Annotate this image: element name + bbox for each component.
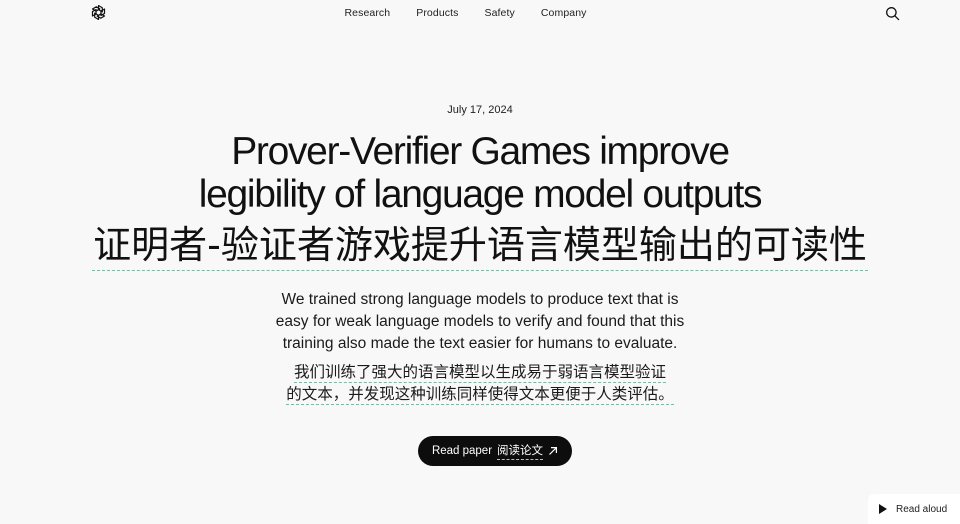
title-line-2: legibility of language model outputs <box>198 173 763 216</box>
nav-links: Research Products Safety Company <box>0 7 960 19</box>
nav-link-safety[interactable]: Safety <box>484 7 514 19</box>
subtitle-translation: 我们训练了强大的语言模型以生成易于弱语言模型验证 的文本，并发现这种训练同样使得… <box>270 361 690 405</box>
subtitle-translation-line-2: 的文本，并发现这种训练同样使得文本更便于人类评估。 <box>286 385 674 405</box>
subtitle: We trained strong language models to pro… <box>0 289 960 355</box>
subtitle-line-3: training also made the text easier for h… <box>282 335 678 352</box>
nav-link-research[interactable]: Research <box>344 7 390 19</box>
title-translation: 证明者-验证者游戏提升语言模型输出的可读性 <box>92 222 868 271</box>
subtitle-translation-line-1: 我们训练了强大的语言模型以生成易于弱语言模型验证 <box>293 363 666 383</box>
subtitle-line-1: We trained strong language models to pro… <box>281 291 679 308</box>
publish-date: July 17, 2024 <box>447 104 513 116</box>
nav-link-products[interactable]: Products <box>416 7 458 19</box>
read-aloud-button[interactable]: Read aloud <box>868 494 960 524</box>
read-paper-button[interactable]: Read paper 阅读论文 <box>418 436 572 466</box>
read-paper-translation: 阅读论文 <box>497 442 544 460</box>
title-line-1: Prover-Verifier Games improve <box>231 130 730 173</box>
page-title: Prover-Verifier Games improve legibility… <box>0 130 960 216</box>
subtitle-line-2: easy for weak language models to verify … <box>275 313 685 330</box>
nav-link-company[interactable]: Company <box>541 7 587 19</box>
play-icon <box>879 504 887 514</box>
search-icon[interactable] <box>885 6 900 21</box>
title-translation-wrap: 证明者-验证者游戏提升语言模型输出的可读性 <box>0 222 960 271</box>
top-nav: Research Products Safety Company <box>0 0 960 28</box>
arrow-up-right-icon <box>549 447 558 455</box>
read-paper-label: Read paper <box>431 445 493 457</box>
read-aloud-label: Read aloud <box>896 503 948 515</box>
subtitle-translation-wrap: 我们训练了强大的语言模型以生成易于弱语言模型验证 的文本，并发现这种训练同样使得… <box>0 361 960 405</box>
